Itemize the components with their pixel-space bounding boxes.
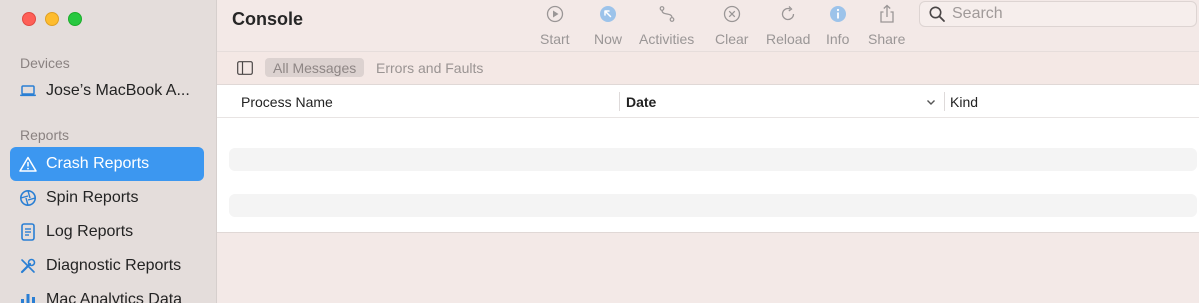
clear-button[interactable]: Clear [715,3,748,47]
column-divider[interactable] [619,92,620,111]
info-circle-icon [827,3,849,25]
sidebar-item-mac-analytics-data[interactable]: Mac Analytics Data [10,283,204,303]
sidebar-item-label: Spin Reports [46,189,139,206]
play-circle-icon [544,3,566,25]
devices-section-label: Devices [20,55,70,71]
share-icon [876,3,898,25]
sidebar-item-label: Crash Reports [46,155,150,172]
laptop-icon [18,81,38,101]
table-row[interactable] [229,194,1197,217]
now-button[interactable]: Now [594,3,622,47]
spin-aperture-icon [18,188,38,208]
sidebar-item-device[interactable]: Jose’s MacBook A... [10,74,204,108]
zoom-window-button[interactable] [68,12,82,26]
document-icon [18,222,38,242]
column-header-process-name[interactable]: Process Name [241,94,333,110]
sidebar-item-label: Diagnostic Reports [46,257,182,274]
sidebar-toggle-icon[interactable] [237,61,253,75]
activities-path-icon [656,3,678,25]
info-button[interactable]: Info [826,3,849,47]
share-label: Share [868,31,906,47]
chevron-down-icon[interactable] [925,95,937,107]
start-label: Start [540,31,570,47]
sidebar-item-log-reports[interactable]: Log Reports [10,215,204,249]
close-window-button[interactable] [22,12,36,26]
reports-table: Process Name Date Kind [217,85,1199,233]
filter-all-messages[interactable]: All Messages [265,58,365,77]
window-controls [22,12,82,26]
now-arrow-icon [597,3,619,25]
table-header: Process Name Date Kind [217,85,1199,118]
start-button[interactable]: Start [540,3,570,47]
search-placeholder: Search [952,5,1003,22]
page-title: Console [232,9,304,29]
activities-button[interactable]: Activities [639,3,694,47]
reload-label: Reload [766,31,811,47]
main-area: Console Start Now Activities Clear Reloa… [217,0,1199,303]
sidebar-item-label: Mac Analytics Data [46,291,183,303]
column-header-kind[interactable]: Kind [950,94,978,110]
tools-icon [18,256,38,276]
sidebar: Devices Jose’s MacBook A... Reports Cras… [0,0,217,303]
minimize-window-button[interactable] [45,12,59,26]
reload-arrow-icon [777,3,799,25]
filter-errors-and-faults[interactable]: Errors and Faults [368,58,491,77]
sidebar-item-spin-reports[interactable]: Spin Reports [10,181,204,215]
search-icon [928,5,946,23]
clear-label: Clear [715,31,749,47]
sidebar-item-label: Log Reports [46,223,134,240]
warning-triangle-icon [18,154,38,174]
bar-chart-icon [18,290,38,303]
now-label: Now [594,31,623,47]
sidebar-item-diagnostic-reports[interactable]: Diagnostic Reports [10,249,204,283]
sidebar-item-crash-reports[interactable]: Crash Reports [10,147,204,181]
table-row[interactable] [229,148,1197,171]
reports-section-label: Reports [20,127,70,143]
search-field[interactable]: Search [919,1,1197,27]
reload-button[interactable]: Reload [766,3,810,47]
sidebar-item-label: Jose’s MacBook A... [46,82,190,99]
share-button[interactable]: Share [868,3,905,47]
column-divider[interactable] [944,92,945,111]
column-header-date[interactable]: Date [626,94,656,110]
info-label: Info [826,31,850,47]
filter-bar: All Messages Errors and Faults [217,51,1199,85]
clear-x-circle-icon [721,3,743,25]
activities-label: Activities [639,31,695,47]
